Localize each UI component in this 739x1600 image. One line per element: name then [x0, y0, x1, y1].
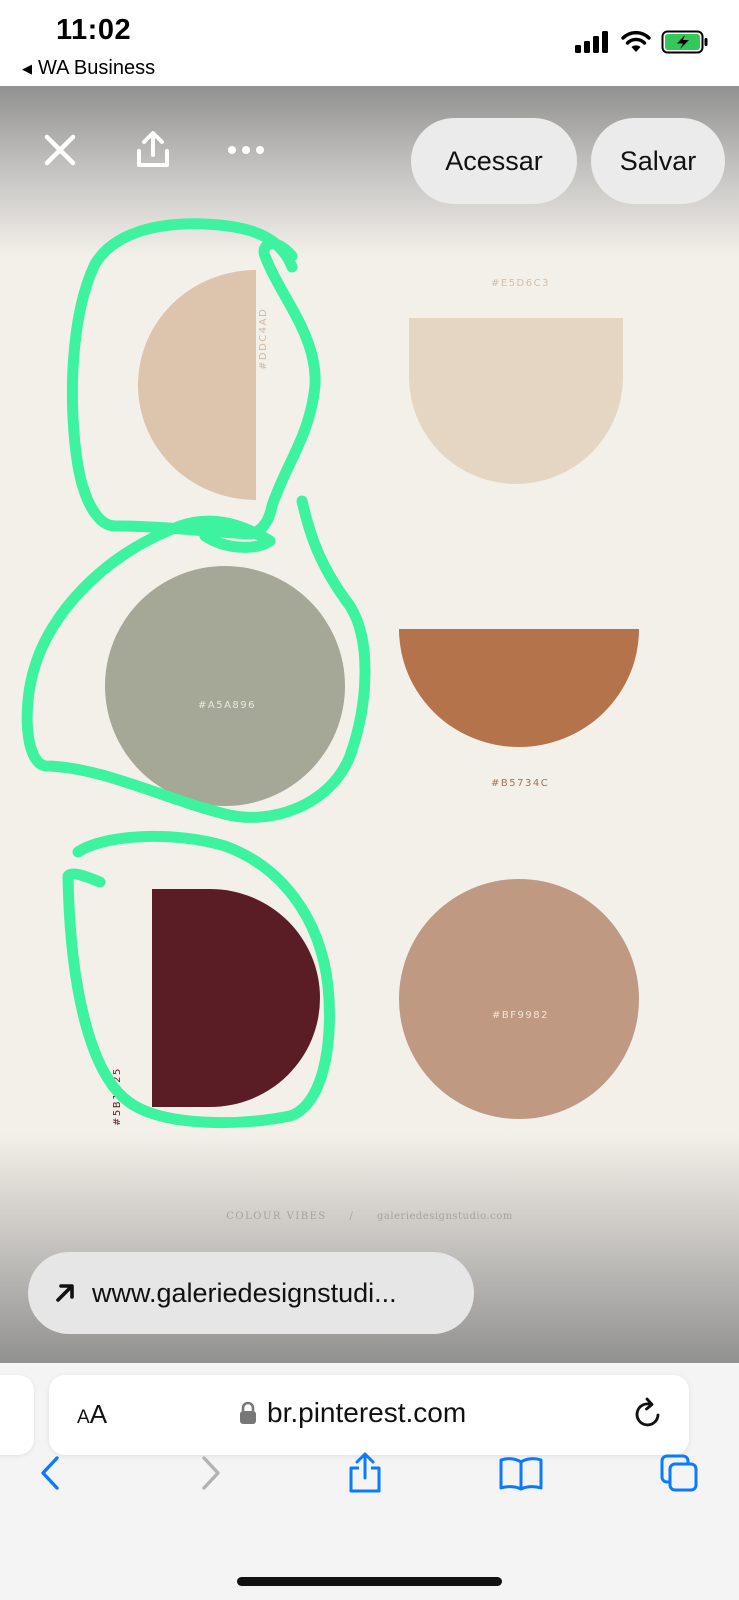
back-app-label: WA Business — [38, 57, 156, 79]
lock-icon — [240, 1401, 256, 1424]
source-link-text: www.galeriedesignstudi... — [92, 1277, 397, 1308]
caption-title: COLOUR VIBES — [226, 1211, 327, 1222]
address-bar[interactable]: AA br.pinterest.com — [49, 1375, 689, 1455]
pin-toolbar: Acessar Salvar — [0, 86, 739, 206]
wifi-icon — [621, 31, 651, 52]
browser-chrome: AA br.pinterest.com — [0, 1363, 739, 1600]
share-button[interactable] — [131, 128, 175, 172]
reload-button[interactable] — [633, 1397, 663, 1434]
more-options-button[interactable] — [224, 128, 268, 172]
back-button[interactable] — [25, 1448, 75, 1498]
back-triangle-icon: ◀ — [22, 60, 32, 76]
pin-image[interactable]: #DDC4AD #E5D6C3 #A5A896 #B5734C #5B1D25 … — [0, 86, 739, 1363]
share-icon — [349, 1452, 381, 1493]
reader-options-button[interactable]: AA — [77, 1399, 107, 1430]
domain-label: br.pinterest.com — [267, 1397, 467, 1428]
tabs-button[interactable] — [654, 1448, 704, 1498]
caption-site: galeriedesignstudio.com — [377, 1211, 513, 1222]
highlight-loop-bottom — [62, 830, 335, 1129]
cellular-signal-icon — [575, 31, 608, 53]
forward-icon — [202, 1456, 220, 1490]
source-link-button[interactable]: www.galeriedesignstudi... — [28, 1252, 474, 1334]
reload-icon — [635, 1397, 660, 1427]
bookmarks-icon — [499, 1457, 543, 1491]
image-caption: COLOUR VIBES / galeriedesignstudio.com — [0, 1211, 739, 1222]
visit-button[interactable]: Acessar — [411, 118, 577, 204]
tabs-icon — [660, 1454, 698, 1492]
address-text: br.pinterest.com — [239, 1397, 466, 1429]
back-to-app-link[interactable]: ◀ WA Business — [22, 57, 155, 80]
share-page-button[interactable] — [340, 1448, 390, 1498]
highlight-loop-top — [66, 218, 321, 540]
arrow-up-right-icon — [56, 1284, 74, 1302]
battery-charging-icon — [661, 30, 708, 54]
forward-button[interactable] — [186, 1448, 236, 1498]
previous-tab-peek[interactable] — [0, 1375, 34, 1455]
highlight-scribbles — [21, 218, 371, 1129]
close-icon — [44, 134, 76, 166]
status-icons — [575, 30, 709, 54]
share-icon — [137, 131, 169, 167]
status-time: 11:02 — [56, 14, 132, 46]
save-button[interactable]: Salvar — [591, 118, 725, 204]
back-icon — [41, 1456, 59, 1490]
highlight-loop-middle — [21, 495, 371, 823]
bookmarks-button[interactable] — [496, 1448, 546, 1498]
more-icon — [228, 146, 264, 154]
close-button[interactable] — [38, 128, 82, 172]
home-indicator — [237, 1577, 502, 1586]
caption-separator: / — [349, 1211, 355, 1222]
status-bar: 11:02 ◀ WA Business — [0, 0, 739, 86]
